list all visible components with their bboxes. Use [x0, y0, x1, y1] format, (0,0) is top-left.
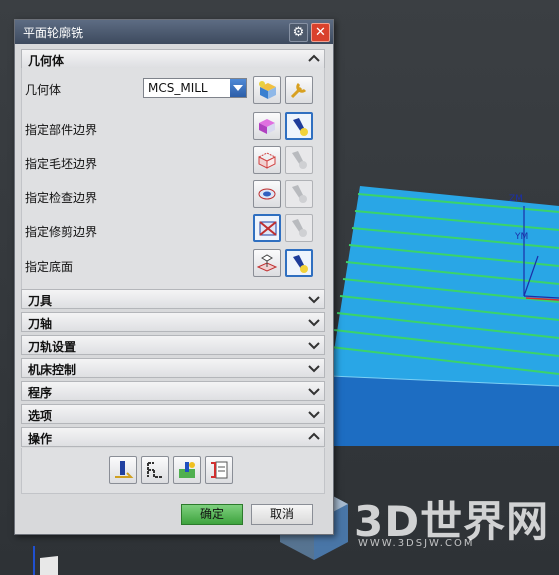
replay-button[interactable] — [141, 456, 169, 484]
close-icon[interactable]: ✕ — [311, 23, 330, 42]
chevron-down-icon[interactable] — [308, 339, 320, 351]
select-blank-boundary-button[interactable] — [253, 146, 281, 174]
watermark-url: WWW.3DSJW.COM — [358, 538, 475, 549]
new-geometry-button[interactable] — [253, 76, 281, 104]
part-model — [330, 186, 559, 446]
dialog-title: 平面轮廓铣 — [23, 26, 84, 40]
geometry-select[interactable]: MCS_MILL — [143, 78, 247, 98]
chevron-down-icon[interactable] — [308, 408, 320, 420]
row-check-boundary-label: 指定检查边界 — [25, 191, 98, 205]
display-check-boundary-button[interactable] — [285, 180, 313, 208]
group-actions[interactable]: 操作 — [21, 427, 325, 447]
flashlight-disabled-icon — [292, 151, 307, 169]
chevron-down-icon[interactable] — [308, 316, 320, 328]
select-trim-boundary-button[interactable] — [253, 214, 281, 242]
flashlight-disabled-icon — [292, 219, 307, 237]
new-geometry-icon — [259, 81, 276, 99]
list-icon — [211, 461, 228, 479]
chevron-up-icon[interactable] — [308, 53, 320, 65]
display-floor-button[interactable] — [285, 249, 313, 277]
wcs-triad-icon — [33, 546, 58, 575]
select-floor-button[interactable] — [253, 249, 281, 277]
floor-plane-icon — [256, 254, 278, 272]
blank-boundary-icon — [257, 152, 277, 169]
select-part-boundary-button[interactable] — [253, 112, 281, 140]
gear-icon[interactable]: ⚙ — [289, 23, 308, 42]
group-tool-axis-label: 刀轴 — [28, 317, 53, 331]
group-tool-label: 刀具 — [28, 294, 53, 308]
generate-button[interactable] — [109, 456, 137, 484]
group-geometry[interactable]: 几何体 — [21, 49, 325, 69]
group-path-settings[interactable]: 刀轨设置 — [21, 335, 325, 355]
flashlight-disabled-icon — [292, 185, 307, 203]
group-tool-axis[interactable]: 刀轴 — [21, 312, 325, 332]
row-trim-boundary-label: 指定修剪边界 — [25, 225, 98, 239]
chevron-down-icon[interactable] — [308, 293, 320, 305]
display-part-boundary-button[interactable] — [285, 112, 313, 140]
group-tool[interactable]: 刀具 — [21, 289, 325, 309]
row-floor-label: 指定底面 — [25, 260, 74, 274]
group-machine-control-label: 机床控制 — [28, 363, 77, 377]
chevron-down-icon[interactable] — [308, 385, 320, 397]
group-options-label: 选项 — [28, 409, 53, 423]
ok-button[interactable]: 确定 — [181, 504, 243, 525]
row-part-boundary-label: 指定部件边界 — [25, 123, 98, 137]
axis-y-label: YM — [515, 232, 529, 242]
group-options[interactable]: 选项 — [21, 404, 325, 424]
geometry-label: 几何体 — [25, 83, 62, 97]
wrench-icon — [290, 82, 307, 99]
chevron-up-icon[interactable] — [308, 431, 320, 443]
group-machine-control[interactable]: 机床控制 — [21, 358, 325, 378]
cancel-button[interactable]: 取消 — [251, 504, 313, 525]
replay-icon — [147, 462, 163, 478]
select-check-boundary-button[interactable] — [253, 180, 281, 208]
part-boundary-icon — [259, 119, 275, 134]
list-button[interactable] — [205, 456, 233, 484]
trim-boundary-icon — [259, 221, 277, 236]
group-program[interactable]: 程序 — [21, 381, 325, 401]
display-blank-boundary-button[interactable] — [285, 146, 313, 174]
geometry-select-value: MCS_MILL — [148, 81, 208, 95]
flashlight-icon — [293, 118, 308, 136]
flashlight-icon — [293, 255, 308, 273]
group-path-settings-label: 刀轨设置 — [28, 340, 77, 354]
group-program-label: 程序 — [28, 386, 53, 400]
planar-profile-dialog: 平面轮廓铣 ⚙ ✕ 几何体 几何体 MCS_MILL 指定部件边界 指定毛坯边界 — [14, 19, 334, 535]
group-geometry-label: 几何体 — [28, 54, 65, 68]
generate-icon — [115, 461, 134, 478]
edit-geometry-button[interactable] — [285, 76, 313, 104]
chevron-down-icon[interactable] — [230, 79, 246, 97]
group-actions-label: 操作 — [28, 432, 53, 446]
verify-button[interactable] — [173, 456, 201, 484]
row-blank-boundary-label: 指定毛坯边界 — [25, 157, 98, 171]
axis-z-label: ZM — [509, 194, 523, 204]
display-trim-boundary-button[interactable] — [285, 214, 313, 242]
dialog-titlebar[interactable]: 平面轮廓铣 ⚙ ✕ — [15, 20, 333, 44]
check-boundary-icon — [258, 188, 276, 200]
verify-icon — [179, 462, 195, 478]
chevron-down-icon[interactable] — [308, 362, 320, 374]
